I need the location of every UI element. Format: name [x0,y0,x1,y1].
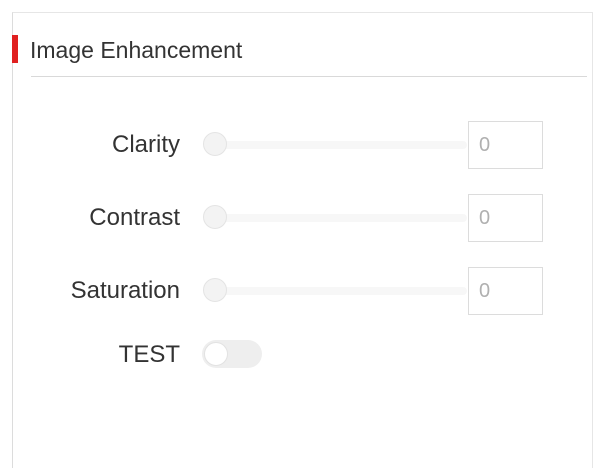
saturation-slider[interactable] [203,278,469,304]
header-divider [31,76,587,77]
test-toggle-switch[interactable] [202,340,262,368]
saturation-slider-track[interactable] [209,287,467,295]
contrast-slider-thumb[interactable] [203,205,227,229]
saturation-slider-thumb[interactable] [203,278,227,302]
test-toggle-label: TEST [118,341,180,368]
image-enhancement-panel: Image Enhancement Clarity Contrast Satur… [12,12,593,468]
contrast-setting-row: Contrast [13,192,592,244]
contrast-label: Contrast [89,204,180,231]
section-accent-bar [12,35,18,63]
panel-title: Image Enhancement [30,37,243,63]
contrast-value-input[interactable] [468,194,543,242]
clarity-slider-thumb[interactable] [203,132,227,156]
saturation-label: Saturation [70,277,180,304]
clarity-label: Clarity [111,131,180,158]
test-toggle-row: TEST [13,339,592,371]
saturation-setting-row: Saturation [13,265,592,317]
test-toggle-knob[interactable] [204,342,228,366]
clarity-setting-row: Clarity [13,119,592,171]
clarity-slider[interactable] [203,132,469,158]
panel-header: Image Enhancement [12,33,592,67]
contrast-slider[interactable] [203,205,469,231]
clarity-value-input[interactable] [468,121,543,169]
clarity-slider-track[interactable] [209,141,467,149]
contrast-slider-track[interactable] [209,214,467,222]
saturation-value-input[interactable] [468,267,543,315]
